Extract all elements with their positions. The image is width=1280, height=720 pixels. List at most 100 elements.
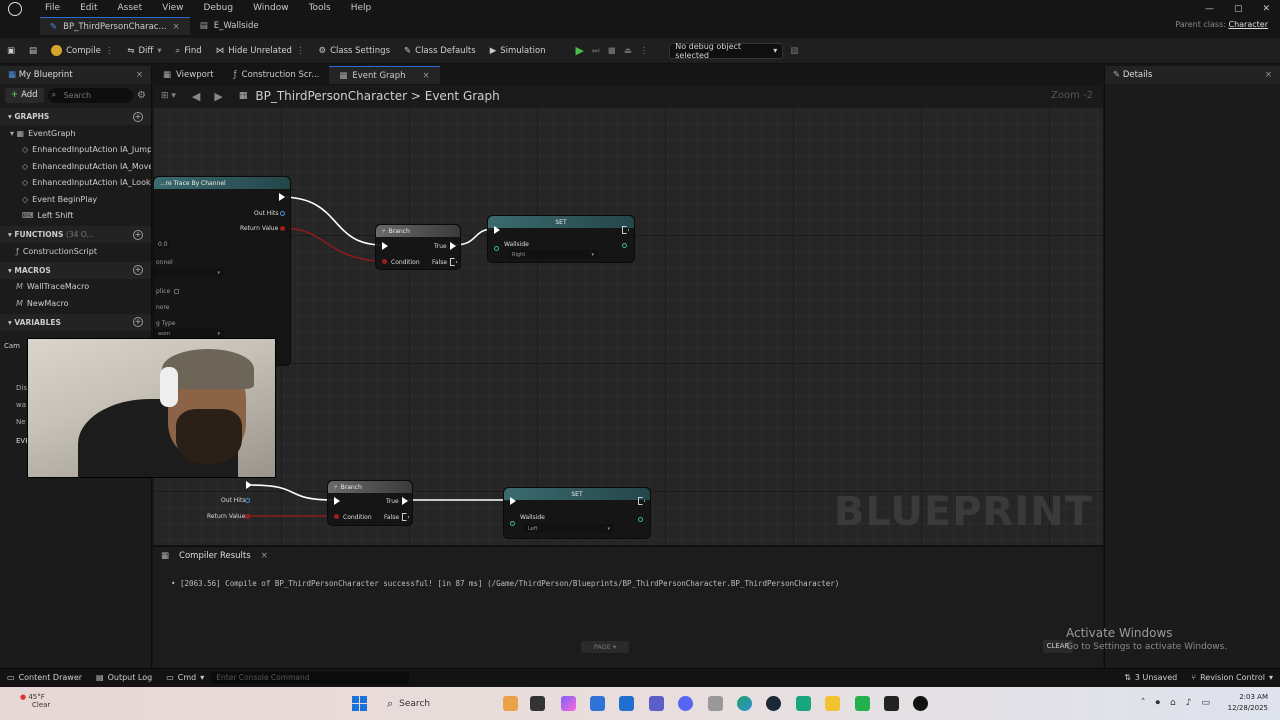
play-options-icon[interactable]: ⋮: [640, 46, 649, 56]
task-view-icon[interactable]: [530, 696, 545, 711]
output-log-button[interactable]: ▤ Output Log: [89, 669, 159, 687]
condition-pin[interactable]: [382, 259, 387, 264]
debug-filter-button[interactable]: ▧: [783, 38, 805, 64]
functions-section-header[interactable]: ▾ FUNCTIONS (34 O... +: [0, 226, 151, 243]
class-settings-button[interactable]: ⚙ Class Settings: [311, 38, 397, 64]
cmd-button[interactable]: ▭ Cmd ▾: [159, 669, 211, 687]
teams-icon[interactable]: [649, 696, 664, 711]
add-macro-icon[interactable]: +: [133, 265, 143, 275]
exec-false-pin[interactable]: [402, 513, 409, 521]
play-icon[interactable]: ▶: [576, 44, 584, 57]
steam-icon[interactable]: [766, 696, 781, 711]
add-function-icon[interactable]: +: [133, 229, 143, 240]
close-icon[interactable]: ×: [261, 551, 268, 561]
variables-section-header[interactable]: ▾ VARIABLES +: [0, 313, 151, 331]
battery-icon[interactable]: ▭: [1201, 698, 1210, 708]
exec-true-pin[interactable]: [450, 242, 456, 250]
revision-control-button[interactable]: ⑂ Revision Control ▾: [1184, 669, 1280, 687]
exec-in-pin[interactable]: [510, 497, 516, 505]
menu-view[interactable]: View: [152, 0, 193, 17]
exec-out-pin[interactable]: [279, 193, 285, 201]
wallside-out-pin[interactable]: [638, 517, 643, 522]
file-explorer-icon[interactable]: [825, 696, 840, 711]
menu-file[interactable]: File: [35, 0, 70, 17]
volume-icon[interactable]: ♪: [1186, 698, 1192, 708]
add-variable-icon[interactable]: +: [133, 317, 143, 327]
exec-out-pin[interactable]: [246, 481, 252, 489]
exec-in-pin[interactable]: [494, 226, 500, 234]
details-tab[interactable]: ✎ Details ×: [1105, 66, 1280, 84]
exec-true-pin[interactable]: [402, 497, 408, 505]
exec-false-pin[interactable]: [450, 258, 457, 266]
copilot-icon[interactable]: [561, 696, 576, 711]
my-blueprint-search-input[interactable]: ⌕ Search: [47, 87, 134, 103]
content-drawer-button[interactable]: ▭ Content Drawer: [0, 669, 89, 687]
network-icon[interactable]: ⌂: [1170, 698, 1176, 708]
microphone-icon[interactable]: ⏺: [1156, 698, 1161, 708]
eject-icon[interactable]: ⏏: [624, 46, 632, 56]
maximize-button[interactable]: ▢: [1234, 4, 1243, 14]
branch-node-top[interactable]: ⑂ Branch True Condition False: [375, 224, 461, 270]
browse-button[interactable]: ▤: [22, 38, 44, 64]
exec-in-pin[interactable]: [334, 497, 340, 505]
forward-arrow-icon[interactable]: ▶: [214, 90, 222, 103]
bookmark-icon[interactable]: ⊞ ▾: [161, 91, 176, 101]
set-node-bottom[interactable]: SET Wallside Left ▾: [503, 487, 651, 539]
set-node-top[interactable]: SET Wallside Right ▾: [487, 215, 635, 263]
graph-item-left-shift[interactable]: ⌨ Left Shift: [0, 208, 151, 225]
wallside-in-pin[interactable]: [510, 521, 515, 526]
diff-button[interactable]: ⇋ Diff ▾: [120, 38, 168, 64]
graph-item-ia-jump[interactable]: ◇ EnhancedInputAction IA_Jump: [0, 142, 151, 159]
compile-options-icon[interactable]: ⋮: [105, 46, 114, 56]
close-tab-icon[interactable]: ×: [173, 22, 180, 32]
menu-window[interactable]: Window: [243, 0, 299, 17]
taskbar-search[interactable]: ⌕ Search: [381, 694, 521, 713]
step-icon[interactable]: ⏭: [592, 46, 600, 56]
app-icon[interactable]: [855, 696, 870, 711]
chevron-up-icon[interactable]: ˄: [1141, 698, 1146, 708]
tab-viewport[interactable]: ▦ Viewport: [153, 66, 224, 84]
debug-object-select[interactable]: No debug object selected ▾: [669, 42, 784, 60]
weather-widget[interactable]: ● 45°F Clear: [20, 693, 50, 709]
minimize-button[interactable]: —: [1205, 4, 1214, 14]
out-hits-pin[interactable]: [245, 498, 250, 503]
graph-item-ia-look[interactable]: ◇ EnhancedInputAction IA_Look: [0, 175, 151, 192]
variable-category-fragment[interactable]: Cam: [4, 342, 20, 350]
my-blueprint-tab[interactable]: ▦ My Blueprint ×: [0, 66, 151, 84]
variable-fragment[interactable]: Dis: [16, 384, 27, 392]
menu-asset[interactable]: Asset: [108, 0, 153, 17]
exec-in-pin[interactable]: [382, 242, 388, 250]
back-arrow-icon[interactable]: ◀: [192, 90, 200, 103]
windows-start-icon[interactable]: [352, 696, 367, 711]
close-window-button[interactable]: ✕: [1262, 4, 1270, 14]
simulation-button[interactable]: ▶ Simulation: [483, 38, 553, 64]
graph-item-eventgraph[interactable]: ▾ ▦ EventGraph: [0, 125, 151, 142]
store-icon[interactable]: [590, 696, 605, 711]
function-item-constructionscript[interactable]: ƒ ConstructionScript: [0, 243, 151, 260]
event-graph-canvas[interactable]: ...re Trace By Channel Out Hits Return V…: [153, 107, 1103, 545]
add-button[interactable]: + Add: [5, 87, 44, 103]
macro-item-walltracemacro[interactable]: M WallTraceMacro: [0, 279, 151, 296]
branch-node-bottom[interactable]: ⑂ Branch True Condition False: [327, 480, 413, 526]
app-icon[interactable]: [708, 696, 723, 711]
close-tab-icon[interactable]: ×: [423, 71, 430, 81]
input-fragment[interactable]: 0.0: [156, 241, 170, 248]
menu-edit[interactable]: Edit: [70, 0, 107, 17]
stop-icon[interactable]: ■: [608, 46, 616, 56]
discord-icon[interactable]: [678, 696, 693, 711]
variable-fragment[interactable]: wa: [16, 401, 26, 409]
menu-debug[interactable]: Debug: [193, 0, 243, 17]
variable-fragment[interactable]: Ne: [16, 418, 26, 426]
class-defaults-button[interactable]: ✎ Class Defaults: [397, 38, 483, 64]
edge-icon[interactable]: [737, 696, 752, 711]
taskbar-clock[interactable]: 2:03 AM 12/28/2025: [1228, 692, 1268, 714]
unreal-engine-icon[interactable]: [913, 696, 928, 711]
menu-help[interactable]: Help: [341, 0, 382, 17]
graph-item-event-beginplay[interactable]: ◇ Event BeginPlay: [0, 191, 151, 208]
console-command-input[interactable]: Enter Console Command: [211, 671, 410, 684]
app-icon[interactable]: [796, 696, 811, 711]
macros-section-header[interactable]: ▾ MACROS +: [0, 261, 151, 279]
return-value-pin[interactable]: [280, 226, 285, 231]
page-button[interactable]: PAGE ▾: [581, 641, 629, 653]
doc-tab-bp-thirdperson[interactable]: ✎ BP_ThirdPersonCharac... ×: [40, 17, 190, 35]
